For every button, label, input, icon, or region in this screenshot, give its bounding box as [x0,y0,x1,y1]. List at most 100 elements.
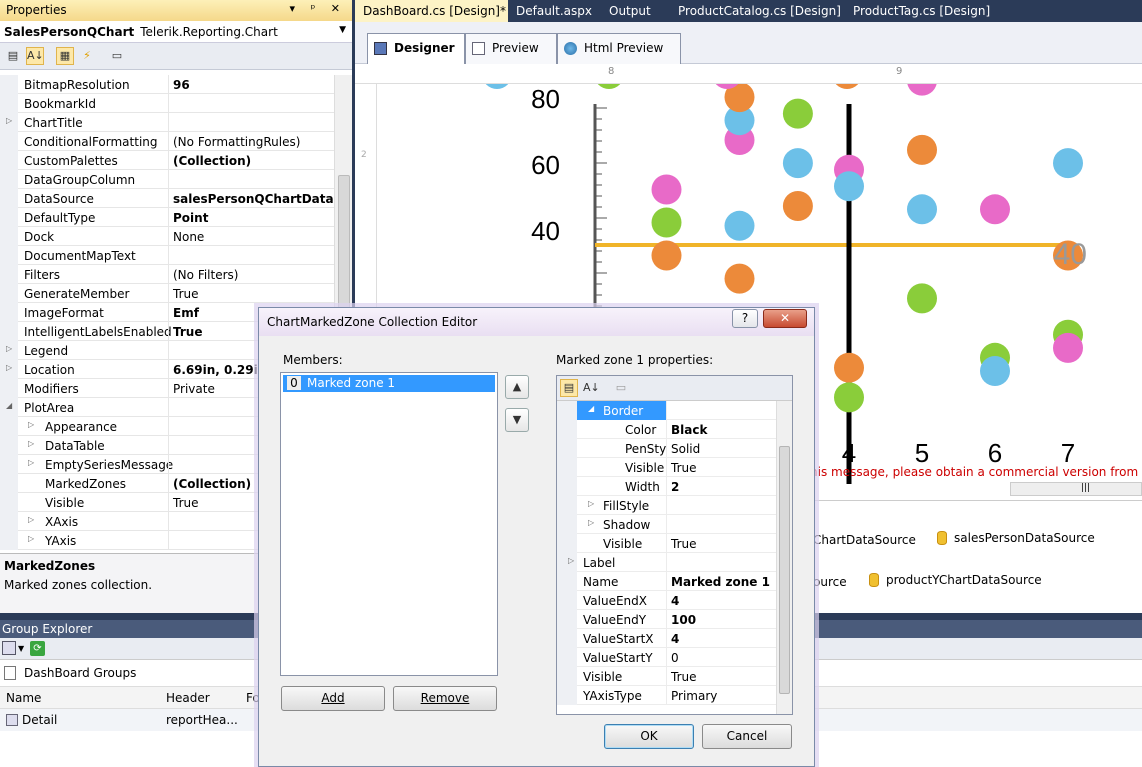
zone-property-row[interactable]: ◢ Border [557,401,792,420]
zone-property-value[interactable]: Primary [666,686,776,705]
property-row[interactable]: Filters (No Filters) [0,265,334,284]
expand-icon[interactable]: ▷ [568,556,574,565]
events-icon[interactable]: ⚡ [78,47,96,65]
zone-property-row[interactable]: YAxisType Primary [557,686,792,705]
property-pages-icon[interactable]: ▭ [612,379,630,397]
chevron-down-icon[interactable]: ▼ [339,25,346,35]
categorized-icon[interactable]: ▤ [560,379,578,397]
expand-icon[interactable]: ▷ [588,518,594,527]
zone-property-row[interactable]: Visible True [557,667,792,686]
zone-property-value[interactable]: 0 [666,648,776,667]
property-value[interactable]: True [168,284,334,303]
property-row[interactable]: BookmarkId [0,94,334,113]
panel-pin-controls[interactable]: ▾ ᵖ ✕ [290,2,346,15]
property-row[interactable]: GenerateMember True [0,284,334,303]
cancel-button[interactable]: Cancel [702,724,792,749]
property-value[interactable] [168,94,334,113]
property-row[interactable]: CustomPalettes (Collection) [0,151,334,170]
property-value[interactable] [168,170,334,189]
property-value[interactable] [168,113,334,132]
zone-property-value[interactable]: True [666,458,776,477]
zone-property-row[interactable]: ▷ FillStyle [557,496,792,515]
zone-property-row[interactable]: ▷ Label [557,553,792,572]
collapse-icon[interactable]: ◢ [6,401,12,410]
property-value[interactable]: (No Filters) [168,265,334,284]
move-down-button[interactable]: ▼ [505,408,529,432]
tab-product-catalog[interactable]: ProductCatalog.cs [Design] [670,0,849,22]
ok-button[interactable]: OK [604,724,694,749]
zone-property-value[interactable]: 4 [666,591,776,610]
tab-dashboard-design[interactable]: DashBoard.cs [Design]* [355,0,508,22]
designer-hscrollbar[interactable]: ||| [1010,482,1142,496]
tab-designer[interactable]: Designer [367,33,465,65]
datasource-item[interactable]: ChartDataSource [813,533,916,547]
tab-product-tag[interactable]: ProductTag.cs [Design] [845,0,998,22]
property-row[interactable]: DataSource salesPersonQChartDataSource [0,189,334,208]
zone-property-value[interactable]: 4 [666,629,776,648]
zone-property-row[interactable]: Color Black [557,420,792,439]
property-value[interactable] [168,246,334,265]
zone-property-value[interactable]: Black [666,420,776,439]
zone-property-row[interactable]: ▷ Shadow [557,515,792,534]
property-value[interactable]: Point [168,208,334,227]
move-up-button[interactable]: ▲ [505,375,529,399]
zone-property-value[interactable] [666,553,776,572]
tab-preview[interactable]: Preview [465,33,557,64]
expand-icon[interactable]: ▷ [28,534,34,543]
help-button[interactable]: ? [732,309,758,328]
property-row[interactable]: DefaultType Point [0,208,334,227]
list-item[interactable]: 0 Marked zone 1 [283,375,495,392]
property-value[interactable]: (No FormattingRules) [168,132,334,151]
zone-property-value[interactable] [666,401,776,420]
collapse-icon[interactable]: ◢ [588,404,594,413]
zone-property-value[interactable]: 100 [666,610,776,629]
tab-output[interactable]: Output [601,0,659,22]
zone-property-row[interactable]: Visible True [557,458,792,477]
properties-icon[interactable]: ▦ [56,47,74,65]
alphabetical-icon[interactable]: A↓ [26,47,44,65]
add-button[interactable]: Add [281,686,385,711]
refresh-icon[interactable]: ⟳ [30,641,45,656]
property-value[interactable]: (Collection) [168,151,334,170]
zone-property-value[interactable]: True [666,667,776,686]
property-row[interactable]: Dock None [0,227,334,246]
alphabetical-icon[interactable]: A↓ [582,379,600,397]
property-row[interactable]: DocumentMapText [0,246,334,265]
tab-html-preview[interactable]: Html Preview [557,33,681,64]
expand-icon[interactable]: ▷ [6,344,12,353]
expand-icon[interactable]: ▷ [28,458,34,467]
zone-property-row[interactable]: Width 2 [557,477,792,496]
zone-property-value[interactable]: Marked zone 1 [666,572,776,591]
property-row[interactable]: ConditionalFormatting (No FormattingRules… [0,132,334,151]
zone-property-row[interactable]: ValueEndY 100 [557,610,792,629]
zone-property-row[interactable]: ValueStartY 0 [557,648,792,667]
zone-property-row[interactable]: PenStyleSolid [557,439,792,458]
zone-property-value[interactable] [666,515,776,534]
expand-icon[interactable]: ▷ [28,420,34,429]
members-list[interactable]: 0 Marked zone 1 [280,372,498,676]
expand-icon[interactable]: ▷ [28,439,34,448]
zone-property-row[interactable]: ValueEndX 4 [557,591,792,610]
zone-property-value[interactable]: 2 [666,477,776,496]
grid-view-icon[interactable] [2,641,16,655]
zone-property-value[interactable] [666,496,776,515]
zone-props-scrollbar[interactable] [776,401,792,714]
property-value[interactable]: salesPersonQChartDataSource [168,189,334,208]
chevron-down-icon[interactable]: ▼ [18,644,24,653]
zone-property-row[interactable]: ValueStartX 4 [557,629,792,648]
property-row[interactable]: DataGroupColumn [0,170,334,189]
property-value[interactable]: 96 [168,75,334,94]
tab-default-aspx[interactable]: Default.aspx [508,0,600,22]
datasource-item[interactable]: ource [813,575,847,589]
property-value[interactable]: None [168,227,334,246]
zone-property-value[interactable]: Solid [666,439,776,458]
property-row[interactable]: BitmapResolution 96 [0,75,334,94]
zone-property-value[interactable]: True [666,534,776,553]
datasource-item[interactable]: productYChartDataSource [869,573,1042,587]
column-header-header[interactable]: Header [166,691,210,705]
zone-property-row[interactable]: Visible True [557,534,792,553]
remove-button[interactable]: Remove [393,686,497,711]
column-header-name[interactable]: Name [6,691,41,705]
object-selector[interactable]: SalesPersonQChart Telerik.Reporting.Chart… [0,21,352,43]
expand-icon[interactable]: ▷ [6,363,12,372]
